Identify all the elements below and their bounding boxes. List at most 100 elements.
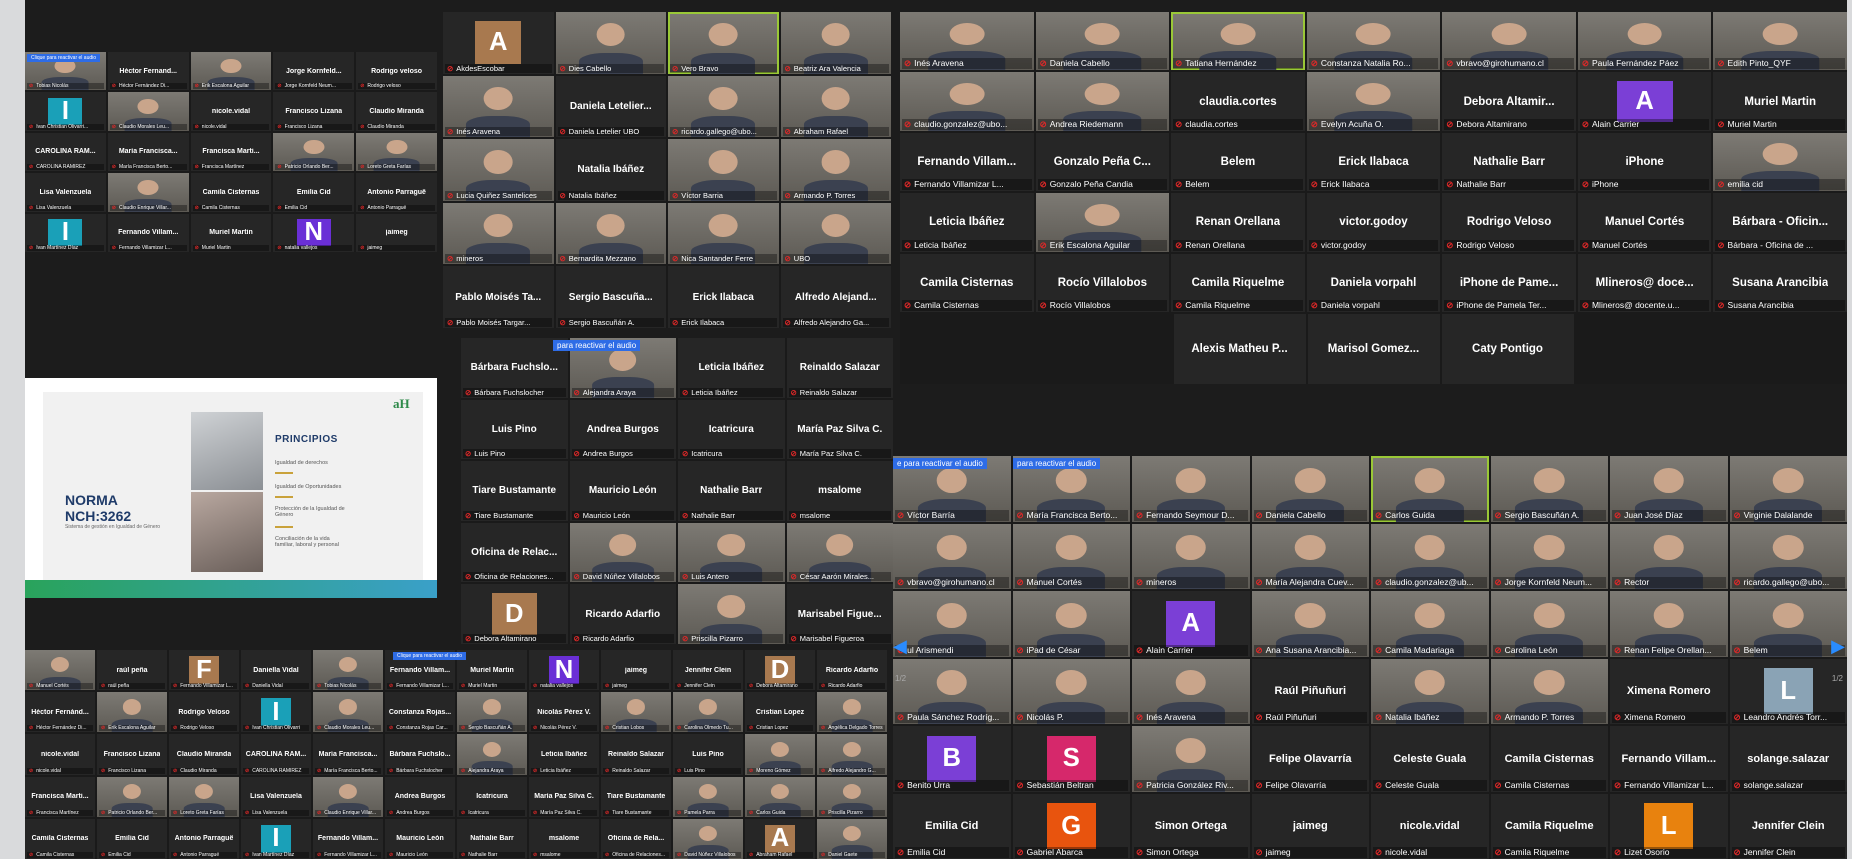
- participant-tile[interactable]: I ⊘ Ivan Martínez Díaz: [25, 213, 106, 252]
- participant-tile[interactable]: CAROLINA RAM... ⊘ CAROLINA RAMIREZ: [241, 734, 311, 775]
- participant-tile[interactable]: ⊘ Priscilla Pizarro: [817, 776, 887, 817]
- participant-tile[interactable]: raúl peña ⊘ raúl peña: [97, 650, 167, 691]
- participant-tile[interactable]: ⊘ Tobias Nicolás: [313, 650, 383, 691]
- participant-tile[interactable]: ⊘ ul Arismendi: [893, 591, 1011, 657]
- participant-tile[interactable]: ⊘ Claudio Enrique Villar...: [313, 776, 383, 817]
- participant-tile[interactable]: Daniella Vidal ⊘ Daniella Vidal: [241, 650, 311, 691]
- participant-tile[interactable]: CAROLINA RAM... ⊘ CAROLINA RAMIREZ: [25, 132, 106, 172]
- participant-tile[interactable]: I ⊘ Ivan Christian Olivarri: [241, 692, 311, 733]
- participant-tile[interactable]: A ⊘ AkdesEscobar: [443, 12, 554, 74]
- participant-tile[interactable]: S ⊘ Sebastián Beltran: [1012, 726, 1130, 792]
- participant-tile[interactable]: A ⊘ Abraham Rafael: [745, 818, 815, 859]
- participant-tile[interactable]: Alfredo Alejand... ⊘ Alfredo Alejandro Ga.…: [780, 266, 891, 328]
- participant-tile[interactable]: A ⊘ Alain Carrier: [1577, 72, 1712, 131]
- participant-tile[interactable]: ⊘ Carolina León: [1490, 591, 1608, 657]
- participant-tile[interactable]: ⊘ Erik Escalona Aguilar: [1035, 193, 1170, 252]
- participant-tile[interactable]: ⊘ Tatiana Hernández: [1171, 12, 1305, 71]
- participant-tile[interactable]: Bárbara - Oficin... ⊘ Bárbara - Oficina de…: [1713, 193, 1847, 252]
- participant-tile[interactable]: Camila Riquelme ⊘ Camila Riquelme: [1171, 253, 1305, 312]
- participant-tile[interactable]: Lisa Valenzuela ⊘ Lisa Valenzuela: [241, 776, 311, 817]
- participant-tile[interactable]: iPhone ⊘ iPhone: [1577, 132, 1712, 192]
- participant-tile[interactable]: ⊘ Moreno Gómez: [745, 734, 815, 775]
- participant-tile[interactable]: ⊘ Fernando Seymour D...: [1132, 456, 1250, 522]
- participant-tile[interactable]: ⊘ Jorge Kornfeld Neum...: [1490, 523, 1608, 589]
- participant-tile[interactable]: Luis Pino ⊘ Luis Pino: [461, 399, 568, 460]
- participant-tile[interactable]: Reinaldo Salazar ⊘ Reinaldo Salazar: [786, 338, 893, 398]
- participant-tile[interactable]: ⊘ Loreto Greta Farías: [356, 132, 437, 172]
- participant-tile[interactable]: G ⊘ Gabriel Abarca: [1012, 793, 1130, 859]
- participant-tile[interactable]: Rodrigo veloso ⊘ Rodrigo veloso: [356, 52, 437, 91]
- participant-tile[interactable]: ⊘ Armando P. Torres: [1490, 658, 1608, 724]
- participant-tile[interactable]: ⊘ Daniela Cabello: [1251, 456, 1369, 522]
- participant-tile[interactable]: María Paz Silva C. ⊘ María Paz Silva C.: [529, 776, 599, 817]
- participant-tile[interactable]: Muriel Martin ⊘ Muriel Martin: [1713, 72, 1847, 131]
- participant-tile[interactable]: ⊘ Víctor Barria: [668, 139, 779, 201]
- participant-tile[interactable]: ⊘ David Núñez Villalobos: [673, 818, 743, 859]
- participant-tile[interactable]: Emilia Cid ⊘ Emilia Cid: [97, 818, 167, 859]
- participant-tile[interactable]: ⊘ Virginie Dalalande: [1729, 456, 1847, 522]
- participant-tile[interactable]: Caty Pontigo: [1441, 314, 1574, 384]
- participant-tile[interactable]: Héctor Fernánd... ⊘ Héctor Fernández Di...: [25, 692, 95, 733]
- unmute-banner[interactable]: para reactivar el audio: [1013, 458, 1101, 469]
- participant-tile[interactable]: Marisabel Figue... ⊘ Marisabel Figueroa: [786, 584, 893, 644]
- participant-tile[interactable]: Francisco Lizana ⊘ Francisco Lizana: [97, 734, 167, 775]
- participant-tile[interactable]: I ⊘ Ivan Martínez Díaz: [241, 818, 311, 859]
- participant-tile[interactable]: Andrea Burgos ⊘ Andrea Burgos: [569, 399, 676, 460]
- participant-tile[interactable]: Emilia Cid ⊘ Emilia Cid: [273, 173, 355, 212]
- participant-tile[interactable]: ⊘ Carlos Guida: [745, 776, 815, 817]
- participant-tile[interactable]: ⊘ Ana Susana Arancibia...: [1251, 591, 1369, 657]
- participant-tile[interactable]: ⊘ Sergio Bascuñán A.: [1490, 456, 1608, 522]
- participant-tile[interactable]: Ricardo Adarfio ⊘ Ricardo Adarfio: [569, 584, 676, 644]
- participant-tile[interactable]: Claudio Miranda ⊘ Claudio Miranda: [356, 92, 437, 131]
- participant-tile[interactable]: ⊘ Vero Bravo: [668, 12, 779, 74]
- participant-tile[interactable]: Leticia Ibáñez ⊘ Leticia Ibáñez: [678, 338, 785, 398]
- participant-tile[interactable]: ⊘ UBO: [780, 202, 891, 265]
- participant-tile[interactable]: Tiare Bustamante ⊘ Tiare Bustamante: [461, 461, 568, 521]
- participant-tile[interactable]: ⊘ Erik Escalona Aguilar: [97, 692, 167, 733]
- participant-tile[interactable]: María Francisca... ⊘ María Francisca Berto…: [107, 132, 189, 172]
- participant-tile[interactable]: Icatricura ⊘ Icatricura: [678, 399, 785, 460]
- participant-tile[interactable]: ⊘ María Alejandra Cuev...: [1251, 523, 1369, 589]
- participant-tile[interactable]: Francisca Marti... ⊘ Francisca Martínez: [25, 776, 95, 817]
- participant-tile[interactable]: Camila Cisternas ⊘ Camila Cisternas: [1490, 726, 1608, 792]
- participant-tile[interactable]: ⊘ vbravo@girohumano.cl: [893, 523, 1011, 589]
- participant-tile[interactable]: Fernando Villam... ⊘ Fernando Villamizar L…: [1610, 726, 1728, 792]
- participant-tile[interactable]: A ⊘ Alain Carrier: [1132, 591, 1250, 657]
- participant-tile[interactable]: I ⊘ Ivan Christian Olivarri...: [25, 92, 106, 131]
- participant-tile[interactable]: ⊘ Patricio Orlando Ber...: [97, 776, 167, 817]
- participant-tile[interactable]: Jennifer Clein ⊘ Jennifer Clein: [673, 650, 743, 691]
- participant-tile[interactable]: jaimeg ⊘ jaimeg: [356, 213, 437, 252]
- unmute-banner[interactable]: para reactivar el audio: [553, 340, 641, 351]
- participant-tile[interactable]: ⊘ Claudio Morales Leu...: [107, 92, 189, 131]
- participant-tile[interactable]: ⊘ Angélica Delgado Torres: [817, 692, 887, 733]
- participant-tile[interactable]: N ⊘ natalia vallejos: [273, 213, 355, 252]
- participant-tile[interactable]: Ximena Romero ⊘ Ximena Romero: [1610, 658, 1728, 724]
- participant-tile[interactable]: Leticia Ibáñez ⊘ Leticia Ibáñez: [900, 193, 1034, 252]
- participant-tile[interactable]: jaimeg ⊘ jaimeg: [601, 650, 671, 691]
- participant-tile[interactable]: ⊘ César Aarón Mirales...: [786, 522, 893, 583]
- participant-tile[interactable]: ⊘ Nicolás P.: [1012, 658, 1130, 724]
- participant-tile[interactable]: ⊘ Camila Madariaga: [1371, 591, 1489, 657]
- participant-tile[interactable]: ⊘ Patricio Orlando Ber...: [273, 132, 355, 172]
- participant-tile[interactable]: jaimeg ⊘ jaimeg: [1251, 793, 1369, 859]
- participant-tile[interactable]: Emilia Cid ⊘ Emilia Cid: [893, 793, 1011, 859]
- participant-tile[interactable]: D ⊘ Debora Altamirano: [461, 584, 568, 644]
- participant-tile[interactable]: solange.salazar ⊘ solange.salazar: [1729, 726, 1847, 792]
- participant-tile[interactable]: Daniela Letelier... ⊘ Daniela Letelier UBO: [555, 75, 666, 138]
- participant-tile[interactable]: ⊘ Beatriz Ara Valencia: [780, 12, 891, 74]
- participant-tile[interactable]: Rocío Villalobos ⊘ Rocío Villalobos: [1035, 253, 1170, 312]
- participant-tile[interactable]: Erick Ilabaca ⊘ Erick Ilabaca: [668, 266, 779, 328]
- participant-tile[interactable]: Francisco Lizana ⊘ Francisco Lizana: [273, 92, 355, 131]
- participant-tile[interactable]: ⊘ Bernardita Mezzano: [555, 202, 666, 265]
- participant-tile[interactable]: Susana Arancibia ⊘ Susana Arancibia: [1713, 253, 1847, 312]
- participant-tile[interactable]: Jennifer Clein ⊘ Jennifer Clein: [1729, 793, 1847, 859]
- participant-tile[interactable]: ⊘ Daniela Cabello: [1035, 12, 1170, 71]
- participant-tile[interactable]: ⊘ Evelyn Acuña O.: [1306, 72, 1441, 131]
- participant-tile[interactable]: ⊘ Alfredo Alejandro G...: [817, 734, 887, 775]
- participant-tile[interactable]: Francisca Marti... ⊘ Francisca Martínez: [190, 132, 272, 172]
- participant-tile[interactable]: ⊘ mineros: [443, 202, 554, 265]
- participant-tile[interactable]: nicole.vidal ⊘ nicole.vidal: [1371, 793, 1489, 859]
- participant-tile[interactable]: ⊘ Claudio Morales Leu...: [313, 692, 383, 733]
- participant-tile[interactable]: ⊘ Daniel Gaete: [817, 818, 887, 859]
- participant-tile[interactable]: María Paz Silva C. ⊘ María Paz Silva C.: [786, 399, 893, 460]
